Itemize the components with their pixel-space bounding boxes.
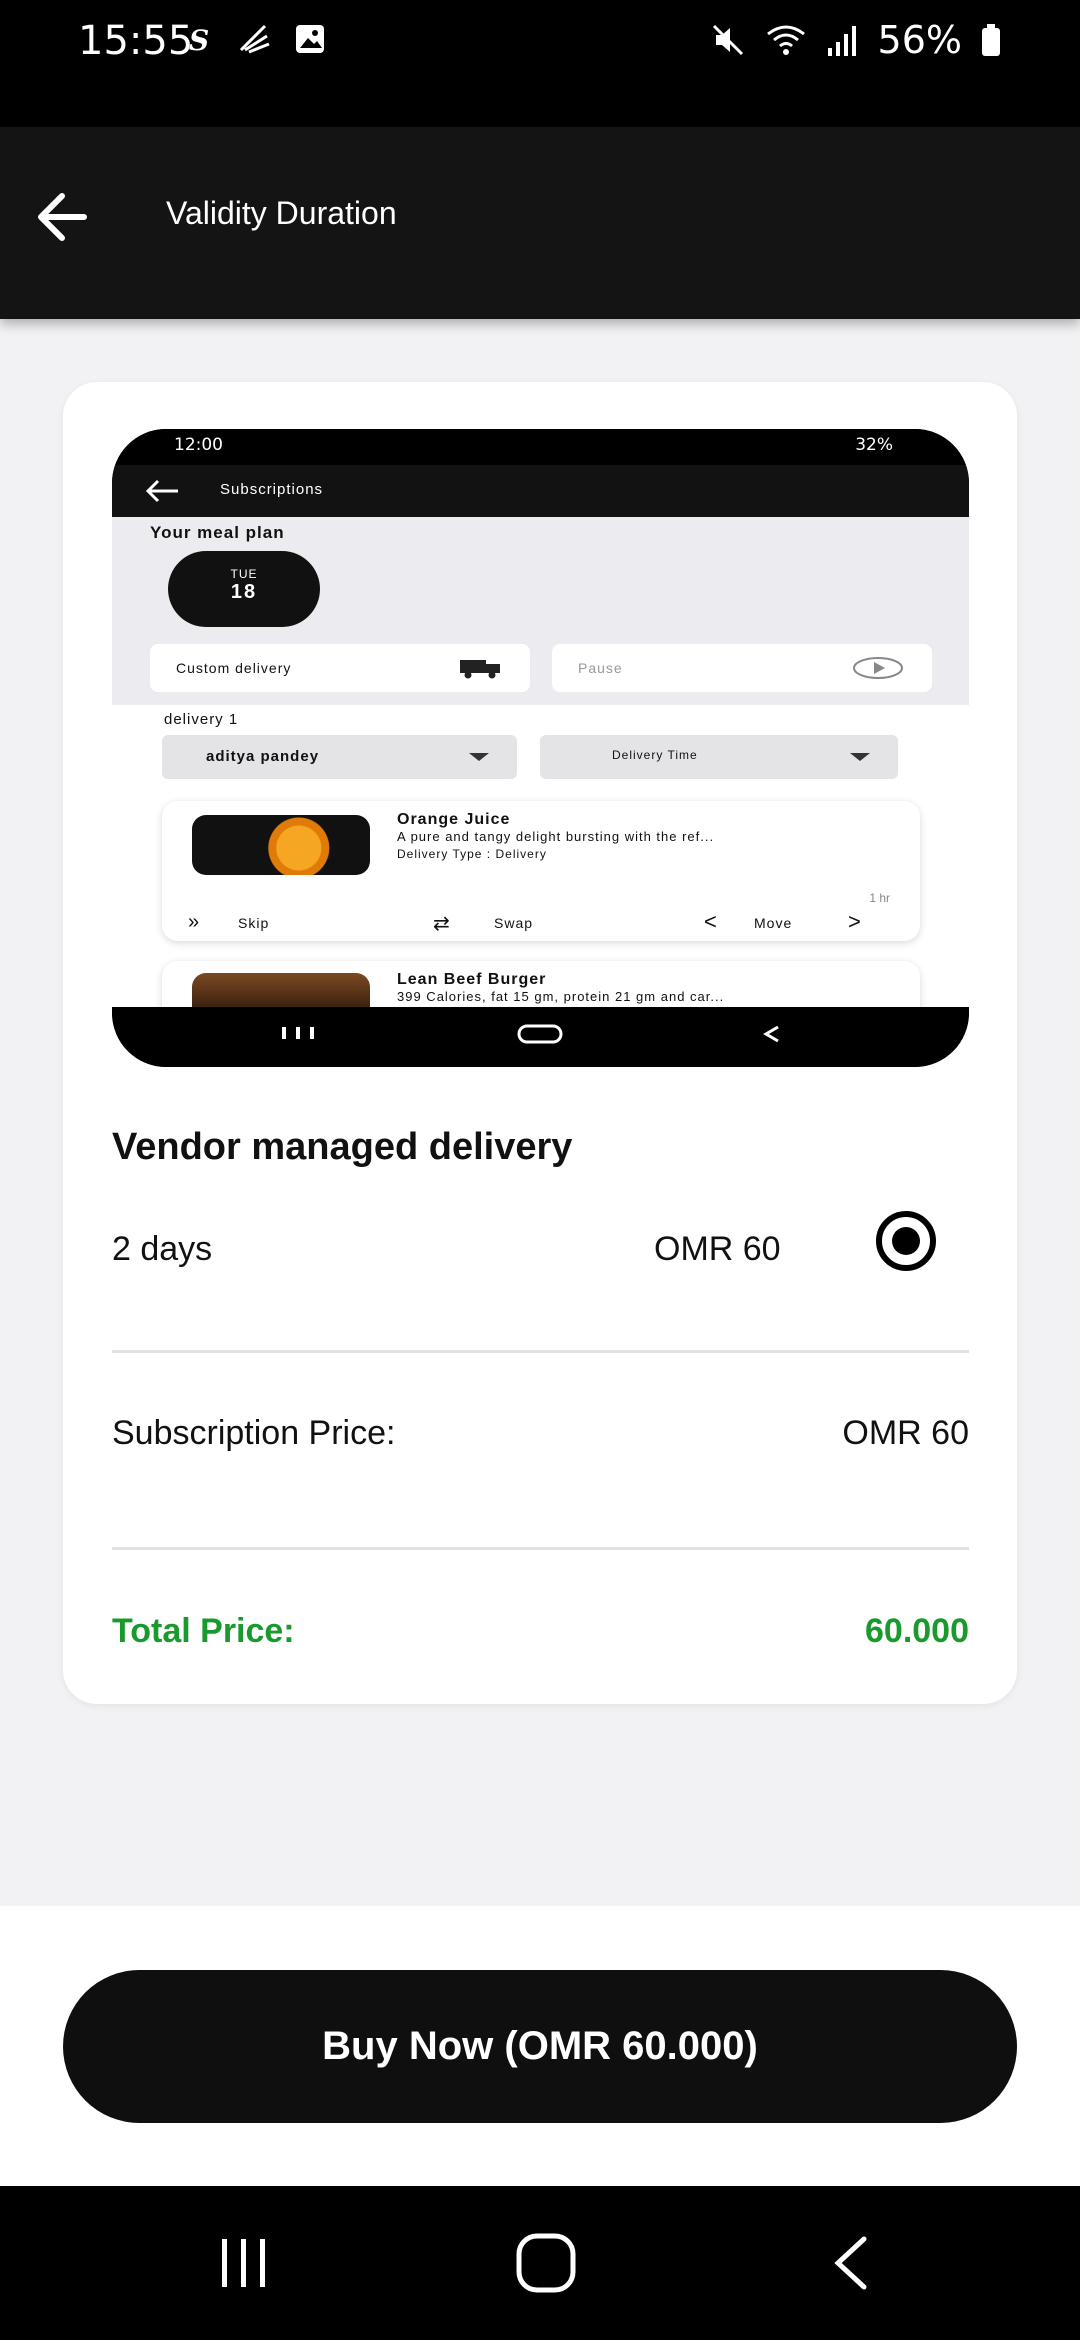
delivery-option-row[interactable]: 2 days OMR 60	[112, 1211, 969, 1290]
subscription-price-value: OMR 60	[842, 1414, 969, 1452]
preview-item-name: Lean Beef Burger	[397, 971, 547, 988]
preview-custom-delivery-label: Custom delivery	[176, 660, 292, 676]
status-right: 56%	[710, 18, 1002, 62]
preview-item-card: Orange Juice A pure and tangy delight bu…	[162, 801, 920, 941]
preview-delivery-label: delivery 1	[164, 711, 239, 728]
preview-date-chip: TUE 18	[168, 551, 320, 627]
preview-dropdown-icon	[469, 753, 489, 761]
preview-item-duration: 1 hr	[869, 891, 890, 905]
preview-move: Move	[754, 915, 793, 931]
system-nav-bar	[0, 2186, 1080, 2340]
option-radio-selected[interactable]	[876, 1211, 936, 1271]
preview-delivery-section: delivery 1 aditya pandey Delivery Time O…	[112, 705, 969, 1051]
preview-person-dropdown: aditya pandey	[162, 735, 517, 779]
status-time: 15:55	[78, 18, 194, 64]
preview-pause: Pause	[552, 644, 932, 692]
preview-meal-plan-label: Your meal plan	[150, 523, 285, 542]
preview-day: TUE	[230, 567, 258, 581]
battery-percent: 56%	[877, 18, 962, 62]
status-bar: 15:55 S 56%	[0, 0, 1080, 127]
notification-image-icon	[296, 25, 324, 53]
mute-icon	[712, 24, 743, 56]
total-price-row: Total Price: 60.000	[112, 1612, 969, 1651]
preview-skip: Skip	[238, 915, 270, 931]
preview-time-dropdown: Delivery Time	[540, 735, 898, 779]
option-days: 2 days	[112, 1230, 213, 1268]
preview-pause-label: Pause	[578, 660, 623, 676]
preview-status-time: 12:00	[174, 435, 223, 455]
divider	[112, 1350, 969, 1353]
preview-back-nav-icon	[763, 1025, 779, 1043]
app-bar: Validity Duration	[0, 127, 1080, 319]
buy-now-button[interactable]: Buy Now (OMR 60.000)	[63, 1970, 1017, 2123]
notification-brush-icon	[239, 24, 270, 54]
recents-icon[interactable]	[214, 2233, 274, 2293]
preview-swap-icon: ⇄	[433, 913, 451, 935]
preview-delivery-time: Delivery Time	[612, 748, 698, 762]
preview-item-name: Orange Juice	[397, 811, 511, 828]
battery-icon	[982, 24, 1000, 56]
notification-icons: S	[185, 22, 327, 56]
delivery-title: Vendor managed delivery	[112, 1126, 573, 1168]
signal-icon	[827, 26, 856, 56]
option-price: OMR 60	[654, 1230, 781, 1268]
preview-truck-icon	[460, 660, 500, 679]
preview-swap: Swap	[494, 915, 534, 931]
preview-item-desc: 399 Calories, fat 15 gm, protein 21 gm a…	[397, 989, 725, 1004]
preview-title: Subscriptions	[220, 481, 324, 498]
preview-app-bar: Subscriptions	[112, 465, 969, 517]
preview-custom-delivery: Custom delivery	[150, 644, 530, 692]
preview-orange-juice-image	[192, 815, 370, 875]
back-nav-icon[interactable]	[826, 2233, 876, 2293]
preview-item-actions: » Skip ⇄ Swap < Move >	[188, 909, 898, 935]
preview-dropdown-icon	[850, 753, 870, 761]
preview-recents-icon	[282, 1027, 314, 1039]
preview-move-left-icon: <	[704, 909, 718, 934]
home-icon[interactable]	[514, 2231, 578, 2295]
preview-home-icon	[517, 1024, 563, 1044]
svg-text:S: S	[189, 24, 209, 56]
page-title: Validity Duration	[166, 195, 397, 231]
preview-back-icon	[145, 479, 178, 503]
preview-date: 18	[230, 581, 258, 603]
wifi-icon	[766, 25, 805, 55]
notification-s-icon: S	[189, 24, 209, 56]
preview-person: aditya pandey	[206, 748, 320, 765]
subscription-preview-image: 12:00 32% Subscriptions Your meal plan T…	[112, 429, 969, 1067]
subscription-price-row: Subscription Price: OMR 60	[112, 1414, 969, 1453]
preview-item-desc: A pure and tangy delight bursting with t…	[397, 829, 715, 844]
preview-body: Your meal plan TUE 18 Custom delivery Pa…	[112, 517, 969, 1051]
preview-move-right-icon: >	[848, 909, 862, 934]
divider	[112, 1547, 969, 1550]
preview-status-bar: 12:00 32%	[112, 429, 969, 465]
preview-status-battery: 32%	[855, 435, 893, 455]
total-price-value: 60.000	[865, 1612, 969, 1650]
preview-play-icon	[853, 657, 903, 679]
subscription-price-label: Subscription Price:	[112, 1414, 396, 1452]
total-price-label: Total Price:	[112, 1612, 295, 1650]
preview-item-type: Delivery Type : Delivery	[397, 847, 547, 861]
back-arrow-icon[interactable]	[30, 182, 100, 252]
preview-skip-icon: »	[188, 911, 201, 933]
preview-nav-bar	[112, 1007, 969, 1067]
